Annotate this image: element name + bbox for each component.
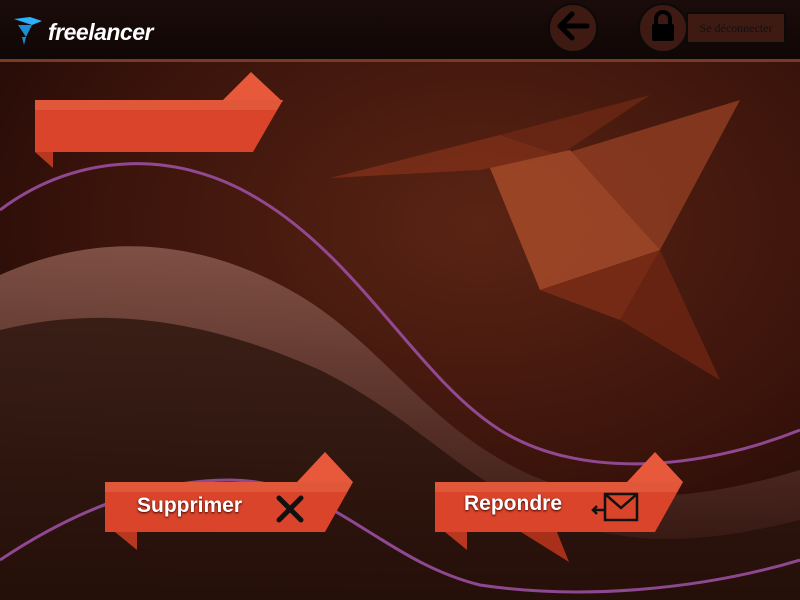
reply-button[interactable]: Repondre: [433, 452, 685, 564]
top-bar-divider: [0, 59, 800, 62]
delete-label: Supprimer: [137, 494, 243, 517]
lock-button[interactable]: [638, 3, 688, 53]
delete-button[interactable]: Supprimer: [103, 452, 355, 552]
back-button[interactable]: [548, 3, 598, 53]
arrow-left-icon: [556, 11, 590, 46]
logo-text: freelancer: [48, 18, 153, 45]
freelancer-logo[interactable]: freelancer: [12, 12, 172, 52]
logout-button[interactable]: Se déconnecter: [686, 12, 786, 44]
lock-icon: [649, 9, 677, 48]
reply-label: Repondre: [464, 492, 563, 515]
bird-logo-icon: [12, 15, 44, 50]
title-banner: [33, 72, 285, 170]
